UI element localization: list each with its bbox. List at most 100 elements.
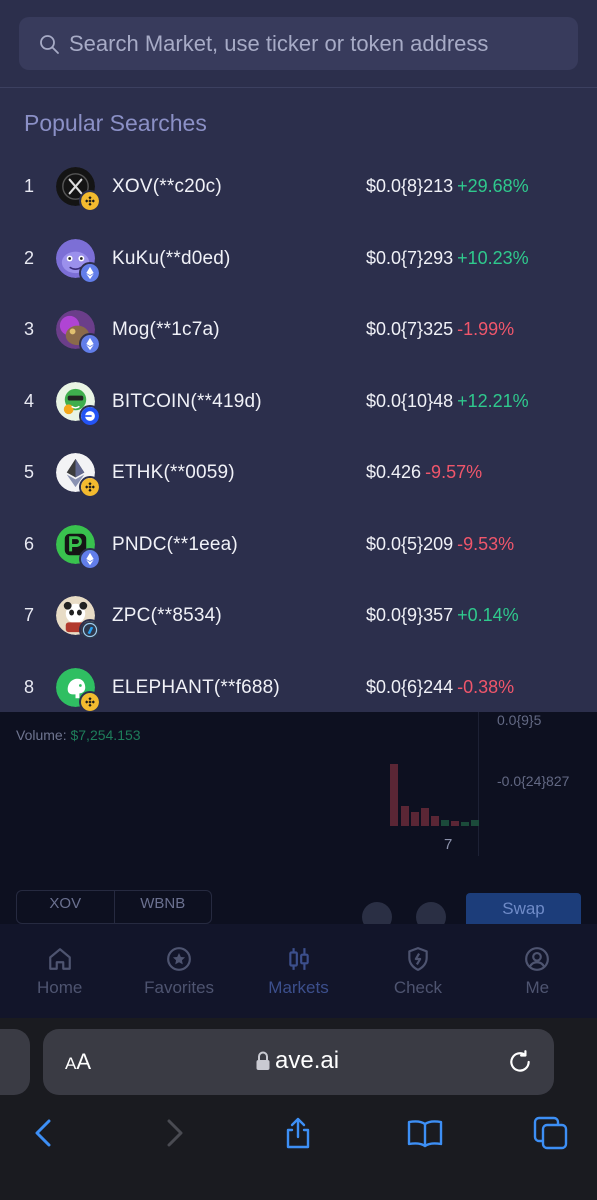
tab-label: Markets xyxy=(268,978,329,997)
token-price-block: $0.0{5}209 -9.53% xyxy=(366,534,514,555)
token-name: XOV(**c20c) xyxy=(112,176,222,197)
popular-search-item[interactable]: 4 BITCOIN(**419d) $0.0{10}48 +12.21% xyxy=(0,366,597,438)
eth-chain-icon xyxy=(79,261,101,284)
popular-search-item[interactable]: 8 ELEPHANT(**f688) $0.0{6}244 -0.38% xyxy=(0,652,597,712)
shield-check-icon xyxy=(408,947,428,971)
tab-home[interactable]: Home xyxy=(0,924,119,1018)
pair-token-b: WBNB xyxy=(113,891,212,923)
token-price: $0.0{9}357 xyxy=(366,605,454,625)
browser-toolbar xyxy=(0,1100,597,1200)
volume-readout: Volume: $7,254.153 xyxy=(16,727,141,743)
price-change: +10.23% xyxy=(457,247,529,268)
pair-token-a: XOV xyxy=(49,895,82,912)
tab-label: Check xyxy=(393,978,443,997)
token-price-block: $0.0{7}293 +10.23% xyxy=(366,248,529,269)
volume-bars xyxy=(388,760,488,826)
rank-number: 3 xyxy=(24,319,35,339)
bnb-chain-icon xyxy=(79,476,101,498)
token-pair-selector: XOV WBNB xyxy=(16,890,212,924)
price-change: -0.38% xyxy=(457,676,515,697)
token-price-block: $0.0{7}325 -1.99% xyxy=(366,319,514,340)
forward-icon[interactable] xyxy=(157,1116,191,1150)
popular-search-item[interactable]: 2 KuKu(**d0ed) $0.0{7}293 +10.23% xyxy=(0,223,597,295)
token-price-block: $0.0{8}213 +29.68% xyxy=(366,176,529,197)
token-name: PNDC(**1eea) xyxy=(112,533,238,555)
rank-number: 2 xyxy=(24,247,35,268)
token-price-block: $0.426 -9.57% xyxy=(366,462,482,483)
home-icon xyxy=(48,948,71,970)
price-change: +0.14% xyxy=(457,605,519,625)
token-name: Mog(**1c7a) xyxy=(112,319,220,340)
popular-searches-list: 1 XOV(**c20c) $0.0{8}213 +29.68% 2 KuKu(*… xyxy=(0,151,597,712)
search-icon xyxy=(40,35,59,54)
token-name: ETHK(**0059) xyxy=(112,462,235,483)
token-name: ZPC(**8534) xyxy=(112,605,222,626)
token-price: $0.0{8}213 xyxy=(366,176,454,196)
popular-search-item[interactable]: 6 PNDC(**1eea) $0.0{5}209 -9.53% xyxy=(0,509,597,581)
search-header xyxy=(0,0,597,88)
lock-icon xyxy=(256,1051,270,1070)
app-tab-bar: Home Favorites Markets Check Me xyxy=(0,924,597,1018)
search-input[interactable] xyxy=(69,17,569,70)
rank-number: 4 xyxy=(24,390,35,411)
popular-searches-heading: Popular Searches xyxy=(24,110,207,136)
swap-button: Swap xyxy=(466,893,581,925)
price-change: +29.68% xyxy=(457,176,529,196)
star-icon xyxy=(167,947,192,971)
rank-number: 7 xyxy=(24,605,35,625)
tab-label: Home xyxy=(37,978,83,997)
text-size-button[interactable]: AA xyxy=(65,1049,91,1075)
popular-search-item[interactable]: 7 ZPC(**8534) $0.0{9}357 +0.14% xyxy=(0,580,597,652)
tab-markets[interactable]: Markets xyxy=(239,924,358,1018)
candlestick-icon xyxy=(288,948,309,970)
chart-x-label: 7 xyxy=(444,836,453,853)
arbitrum-chain-icon xyxy=(79,619,101,641)
eth-chain-icon xyxy=(79,547,101,570)
token-price: $0.0{7}293 xyxy=(366,247,454,268)
token-name: KuKu(**d0ed) xyxy=(112,247,231,269)
tab-label: Me xyxy=(525,978,550,997)
bnb-chain-icon xyxy=(79,190,101,212)
base-chain-icon xyxy=(79,404,101,427)
eth-chain-icon xyxy=(79,333,101,355)
tab-check[interactable]: Check xyxy=(358,924,477,1018)
tab-favorites[interactable]: Favorites xyxy=(119,924,238,1018)
popular-search-item[interactable]: 3 Mog(**1c7a) $0.0{7}325 -1.99% xyxy=(0,294,597,366)
tab-me[interactable]: Me xyxy=(478,924,597,1018)
rank-number: 8 xyxy=(24,676,35,697)
token-price: $0.426 xyxy=(366,462,422,482)
tab-label: Favorites xyxy=(144,978,215,997)
back-icon[interactable] xyxy=(27,1116,61,1150)
previous-tab-preview[interactable] xyxy=(0,1029,30,1095)
price-change: -1.99% xyxy=(457,319,515,339)
price-change: -9.53% xyxy=(457,533,515,554)
token-price-block: $0.0{10}48 +12.21% xyxy=(366,391,529,412)
search-box[interactable] xyxy=(19,17,578,70)
price-change: +12.21% xyxy=(457,390,529,411)
user-icon xyxy=(525,947,550,971)
token-price: $0.0{6}244 xyxy=(366,676,454,697)
token-name: BITCOIN(**419d) xyxy=(112,390,262,412)
token-price-block: $0.0{6}244 -0.38% xyxy=(366,677,514,698)
rank-number: 6 xyxy=(24,533,35,554)
reload-icon[interactable] xyxy=(507,1049,533,1075)
browser-address-area: AA ave.ai xyxy=(0,1018,597,1100)
popular-search-item[interactable]: 1 XOV(**c20c) $0.0{8}213 +29.68% xyxy=(0,151,597,223)
chart-y-label-bottom: -0.0{24}827 xyxy=(497,773,570,789)
token-price-block: $0.0{9}357 +0.14% xyxy=(366,605,519,626)
token-price: $0.0{7}325 xyxy=(366,319,454,339)
bnb-chain-icon xyxy=(79,690,101,712)
token-name: ELEPHANT(**f688) xyxy=(112,676,280,698)
share-icon[interactable] xyxy=(281,1116,315,1150)
popular-search-item[interactable]: 5 ETHK(**0059) $0.426 -9.57% xyxy=(0,437,597,509)
bookmarks-icon[interactable] xyxy=(406,1116,444,1150)
tabs-icon[interactable] xyxy=(533,1116,569,1150)
rank-number: 1 xyxy=(24,176,35,196)
chart-y-label-top: 0.0{9}5 xyxy=(497,712,542,728)
rank-number: 5 xyxy=(24,462,35,482)
url-domain: ave.ai xyxy=(275,1047,340,1074)
address-bar[interactable]: AA ave.ai xyxy=(43,1029,554,1095)
search-overlay: Popular Searches 1 XOV(**c20c) $0.0{8}21… xyxy=(0,0,597,712)
price-change: -9.57% xyxy=(425,462,483,482)
token-price: $0.0{10}48 xyxy=(366,390,454,411)
